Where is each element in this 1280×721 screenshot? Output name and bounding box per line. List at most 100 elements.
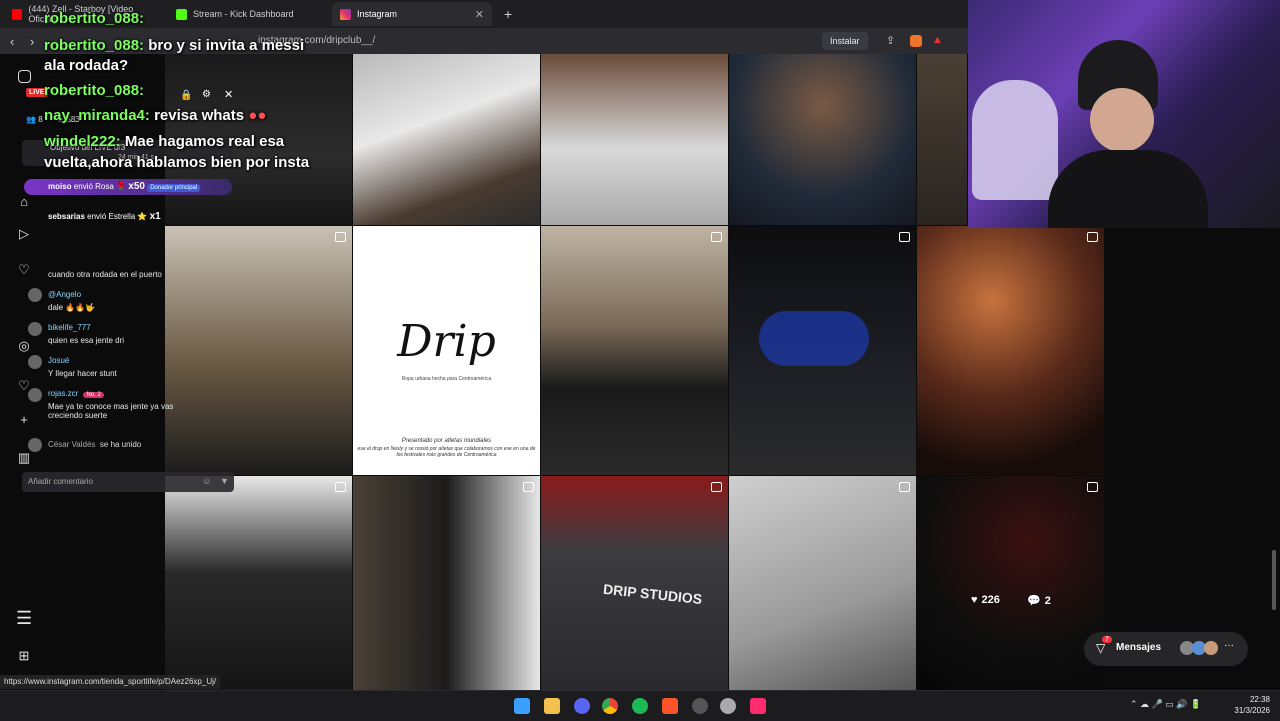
tab-instagram[interactable]: Instagram ✕ — [332, 2, 492, 26]
comment-text: quien es esa jente dri — [48, 336, 125, 345]
hover-overlay — [917, 476, 1104, 690]
comment-placeholder: Añadir comentario — [28, 477, 93, 486]
post-thumbnail[interactable] — [729, 476, 916, 690]
comment-user: rojas.zcr — [48, 389, 79, 398]
post-thumbnail[interactable] — [165, 476, 352, 690]
gift-banner-top: moiso envió Rosa 🌹 x50 Donador principal — [24, 179, 232, 195]
browser-tab-bar: (444) Zell - Starboy [Video Oficial] Str… — [0, 0, 968, 28]
gift-count: x1 — [149, 211, 161, 222]
messages-button[interactable]: ▽ 7 Mensajes ··· — [1084, 632, 1248, 666]
carousel-icon — [1087, 482, 1098, 492]
scrollbar[interactable] — [1272, 550, 1276, 610]
chat-user: windel222: — [44, 133, 121, 150]
viewer-count: 👥 8 — [26, 115, 43, 124]
avatar — [28, 322, 42, 336]
post-thumbnail-hover[interactable]: ♥ 226 💬 2 — [917, 476, 1104, 690]
post-thumbnail[interactable] — [541, 226, 728, 475]
viewers-value: 8 — [38, 115, 43, 124]
menu-icon[interactable]: ☰ — [16, 609, 32, 627]
windows-taskbar: ⌃ ☁ 🎤 ▭ 🔊 🔋 22:38 31/3/2026 — [0, 690, 1280, 721]
settings-icon[interactable] — [720, 698, 736, 714]
tab-kick[interactable]: Stream - Kick Dashboard — [168, 2, 328, 26]
gift-user: moiso — [48, 182, 72, 191]
comment-user: Josué — [48, 356, 70, 365]
close-tab-icon[interactable]: ✕ — [475, 8, 484, 21]
kick-icon — [176, 8, 187, 20]
comment-text: dale 🔥🔥🤟 — [48, 303, 96, 312]
brave-icon[interactable] — [662, 698, 678, 714]
avatar — [28, 355, 42, 369]
gift-user: sebsarias — [48, 212, 85, 221]
comment-user: @Angelo — [48, 290, 82, 299]
carousel-icon — [523, 482, 534, 492]
settings-icon[interactable]: ⚙ — [202, 89, 211, 100]
chat-user: robertito_088: — [44, 82, 145, 99]
tiktok-icon[interactable] — [750, 698, 766, 714]
new-tab-button[interactable]: + — [496, 2, 516, 26]
carousel-icon — [711, 482, 722, 492]
discord-icon[interactable] — [574, 698, 590, 714]
chrome-icon[interactable] — [602, 698, 618, 714]
top-donor-badge: Donador principal — [147, 184, 201, 192]
avatar — [1204, 641, 1218, 655]
post-thumbnail[interactable] — [353, 54, 540, 225]
post-thumbnail[interactable] — [541, 54, 728, 225]
star-icon: ⭐ — [137, 212, 148, 221]
obs-icon[interactable] — [692, 698, 708, 714]
messages-label: Mensajes — [1116, 642, 1162, 653]
post-drip-flyer[interactable]: Drip Ropa urbana hecha para Centroaméric… — [353, 226, 540, 475]
post-thumbnail[interactable] — [729, 54, 916, 225]
brave-shield-icon[interactable] — [910, 35, 922, 47]
spotify-icon[interactable] — [632, 698, 648, 714]
chat-text: Mae hagamos real esa — [124, 133, 285, 150]
youtube-icon — [12, 8, 23, 20]
gift-text: envió Estrella — [87, 212, 136, 221]
url-field[interactable]: instagram.com/dripclub__/ — [226, 31, 816, 51]
drip-presented: Presentado por atletas mundiales — [401, 438, 492, 444]
comments-value: 2 — [1044, 594, 1051, 607]
gift-banner: sebsarias envió Estrella ⭐ x1 — [24, 209, 232, 225]
tab-label: Instagram — [357, 9, 398, 19]
tray-icons[interactable]: ⌃ ☁ 🎤 ▭ 🔊 🔋 — [1130, 699, 1201, 710]
tab-label: Stream - Kick Dashboard — [193, 9, 294, 19]
apps-icon[interactable]: ⊞ — [16, 648, 32, 664]
overlay-chat-line: ala rodada? — [44, 57, 128, 74]
back-icon[interactable]: ‹ — [10, 34, 14, 49]
gift-text: envió Rosa — [73, 182, 114, 191]
post-thumbnail[interactable] — [729, 226, 916, 475]
shirt-print: DRIP STUDIOS — [602, 580, 703, 608]
drip-caption: ese el drop en Nexly y se rossió por atl… — [357, 446, 536, 458]
chat-user: robertito_088: — [44, 37, 145, 54]
face-shape — [1090, 88, 1154, 152]
clock[interactable]: 22:38 31/3/2026 — [1226, 694, 1270, 716]
lock-icon[interactable]: 🔒 — [180, 90, 192, 101]
install-button[interactable]: Instalar — [822, 32, 868, 50]
clock-time: 22:38 — [1249, 695, 1270, 704]
post-thumbnail[interactable]: DRIP STUDIOS — [541, 476, 728, 690]
overlay-chat-line: vuelta,ahora hablamos bien por insta — [44, 154, 309, 171]
close-icon[interactable]: ✕ — [224, 88, 233, 101]
comment-input[interactable]: Añadir comentario ☺ ▼ — [22, 472, 234, 492]
forward-icon[interactable]: › — [30, 34, 34, 49]
post-thumbnail[interactable] — [917, 226, 1104, 475]
file-explorer-icon[interactable] — [544, 698, 560, 714]
install-label: Instalar — [830, 36, 860, 46]
comment-user: bikelife_777 — [48, 323, 91, 332]
filter-icon[interactable]: ▼ — [220, 476, 229, 486]
chat-user: nay_miranda4: — [44, 107, 150, 124]
streamer-webcam — [968, 0, 1280, 228]
start-icon[interactable] — [514, 698, 530, 714]
share-icon[interactable]: ⇪ — [886, 34, 895, 47]
profile-post-grid: Drip Ropa urbana hecha para Centroaméric… — [165, 54, 1105, 690]
post-thumbnail[interactable] — [353, 476, 540, 690]
post-thumbnail[interactable] — [917, 54, 967, 225]
comment-text: Mae ya te conoce mas jente ya vas crecie… — [48, 402, 174, 420]
emoji-icon[interactable]: ☺ — [202, 476, 211, 486]
chat-text: revisa whats — [154, 107, 245, 124]
chair-shape — [972, 80, 1058, 200]
overlay-chat-line: robertito_088: — [44, 82, 144, 99]
overlay-chat-line: robertito_088: bro y si invita a messi — [44, 37, 304, 54]
brave-rewards-icon[interactable]: ▲ — [932, 34, 943, 46]
carousel-icon — [335, 232, 346, 242]
more-icon[interactable]: ··· — [1224, 640, 1234, 651]
